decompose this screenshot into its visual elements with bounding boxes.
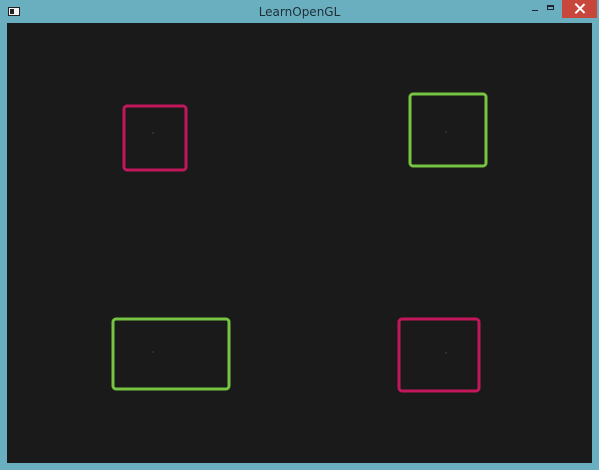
maximize-icon xyxy=(547,5,554,10)
close-icon xyxy=(574,3,585,14)
window-app-icon[interactable] xyxy=(8,7,20,16)
maximize-button[interactable] xyxy=(539,0,562,18)
minimize-icon xyxy=(532,10,538,11)
opengl-viewport[interactable] xyxy=(7,23,592,463)
rendered-scene xyxy=(111,92,488,393)
close-button[interactable] xyxy=(562,0,597,18)
bottom-left-rectangle-center-marker xyxy=(152,351,154,353)
top-right-green-rectangle xyxy=(408,92,488,168)
application-window: LearnOpenGL xyxy=(0,0,599,470)
window-titlebar[interactable]: LearnOpenGL xyxy=(0,0,599,23)
window-title: LearnOpenGL xyxy=(258,5,341,19)
top-left-magenta-rectangle xyxy=(122,104,188,172)
top-left-rectangle-center-marker xyxy=(152,132,154,134)
bottom-right-magenta-rectangle xyxy=(397,317,481,393)
top-right-rectangle-center-marker xyxy=(445,131,447,133)
bottom-right-rectangle-center-marker xyxy=(445,352,447,354)
bottom-left-green-rectangle xyxy=(111,317,231,391)
